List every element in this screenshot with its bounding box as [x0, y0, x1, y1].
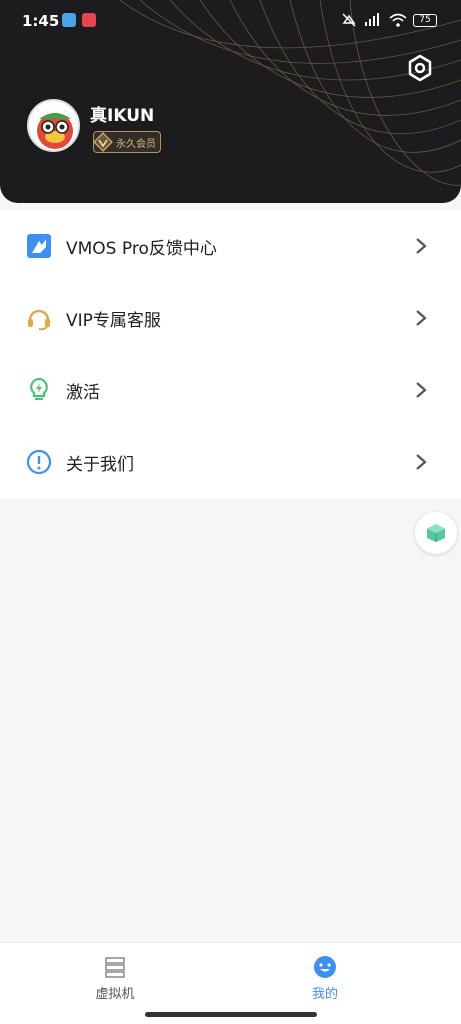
smile-icon — [314, 956, 336, 978]
tab-label: 虚拟机 — [95, 987, 135, 1002]
menu-item-label: VMOS Pro反馈中心 — [66, 238, 217, 259]
menu-item-feedback[interactable]: VMOS Pro反馈中心 — [0, 210, 461, 282]
wifi-icon — [389, 13, 407, 27]
info-icon — [26, 449, 52, 475]
feedback-icon — [27, 234, 51, 258]
membership-badge-label: 永久会员 — [116, 138, 156, 150]
tab-virtual-machine[interactable]: 虚拟机 — [0, 943, 230, 1005]
hd-signal-icon — [365, 13, 379, 26]
settings-icon[interactable] — [405, 53, 435, 83]
battery-icon: 75 — [413, 13, 437, 27]
profile-header: 1:45 75 真IKUN 永久会员 — [0, 0, 461, 203]
chevron-right-icon — [416, 310, 427, 326]
app-notification-icon — [62, 13, 76, 27]
menu-item-label: 激活 — [66, 382, 100, 403]
chevron-right-icon — [416, 238, 427, 254]
server-icon — [105, 957, 125, 978]
menu-list: VMOS Pro反馈中心 VIP专属客服 激活 关于我们 — [0, 210, 461, 498]
tab-mine[interactable]: 我的 — [210, 943, 440, 1005]
chevron-right-icon — [416, 454, 427, 470]
username: 真IKUN — [90, 106, 155, 126]
mute-icon — [342, 13, 356, 27]
menu-item-label: 关于我们 — [66, 454, 134, 475]
status-bar: 1:45 75 — [0, 0, 461, 40]
menu-item-activate[interactable]: 激活 — [0, 354, 461, 426]
home-indicator[interactable] — [145, 1012, 317, 1017]
menu-item-vip-service[interactable]: VIP专属客服 — [0, 282, 461, 354]
app-notification-red-icon — [82, 13, 96, 27]
floating-cube-button[interactable] — [415, 512, 457, 554]
status-icons: 75 — [341, 12, 437, 28]
menu-item-label: VIP专属客服 — [66, 310, 161, 331]
activate-bulb-icon — [30, 377, 48, 401]
tab-label: 我的 — [311, 987, 338, 1002]
avatar[interactable] — [27, 99, 80, 152]
vip-diamond-icon — [93, 132, 113, 152]
menu-item-about[interactable]: 关于我们 — [0, 426, 461, 498]
status-time: 1:45 — [22, 12, 60, 30]
chevron-right-icon — [416, 382, 427, 398]
membership-badge: 永久会员 — [93, 131, 161, 153]
headset-icon — [28, 309, 50, 331]
cube-icon — [427, 524, 445, 542]
